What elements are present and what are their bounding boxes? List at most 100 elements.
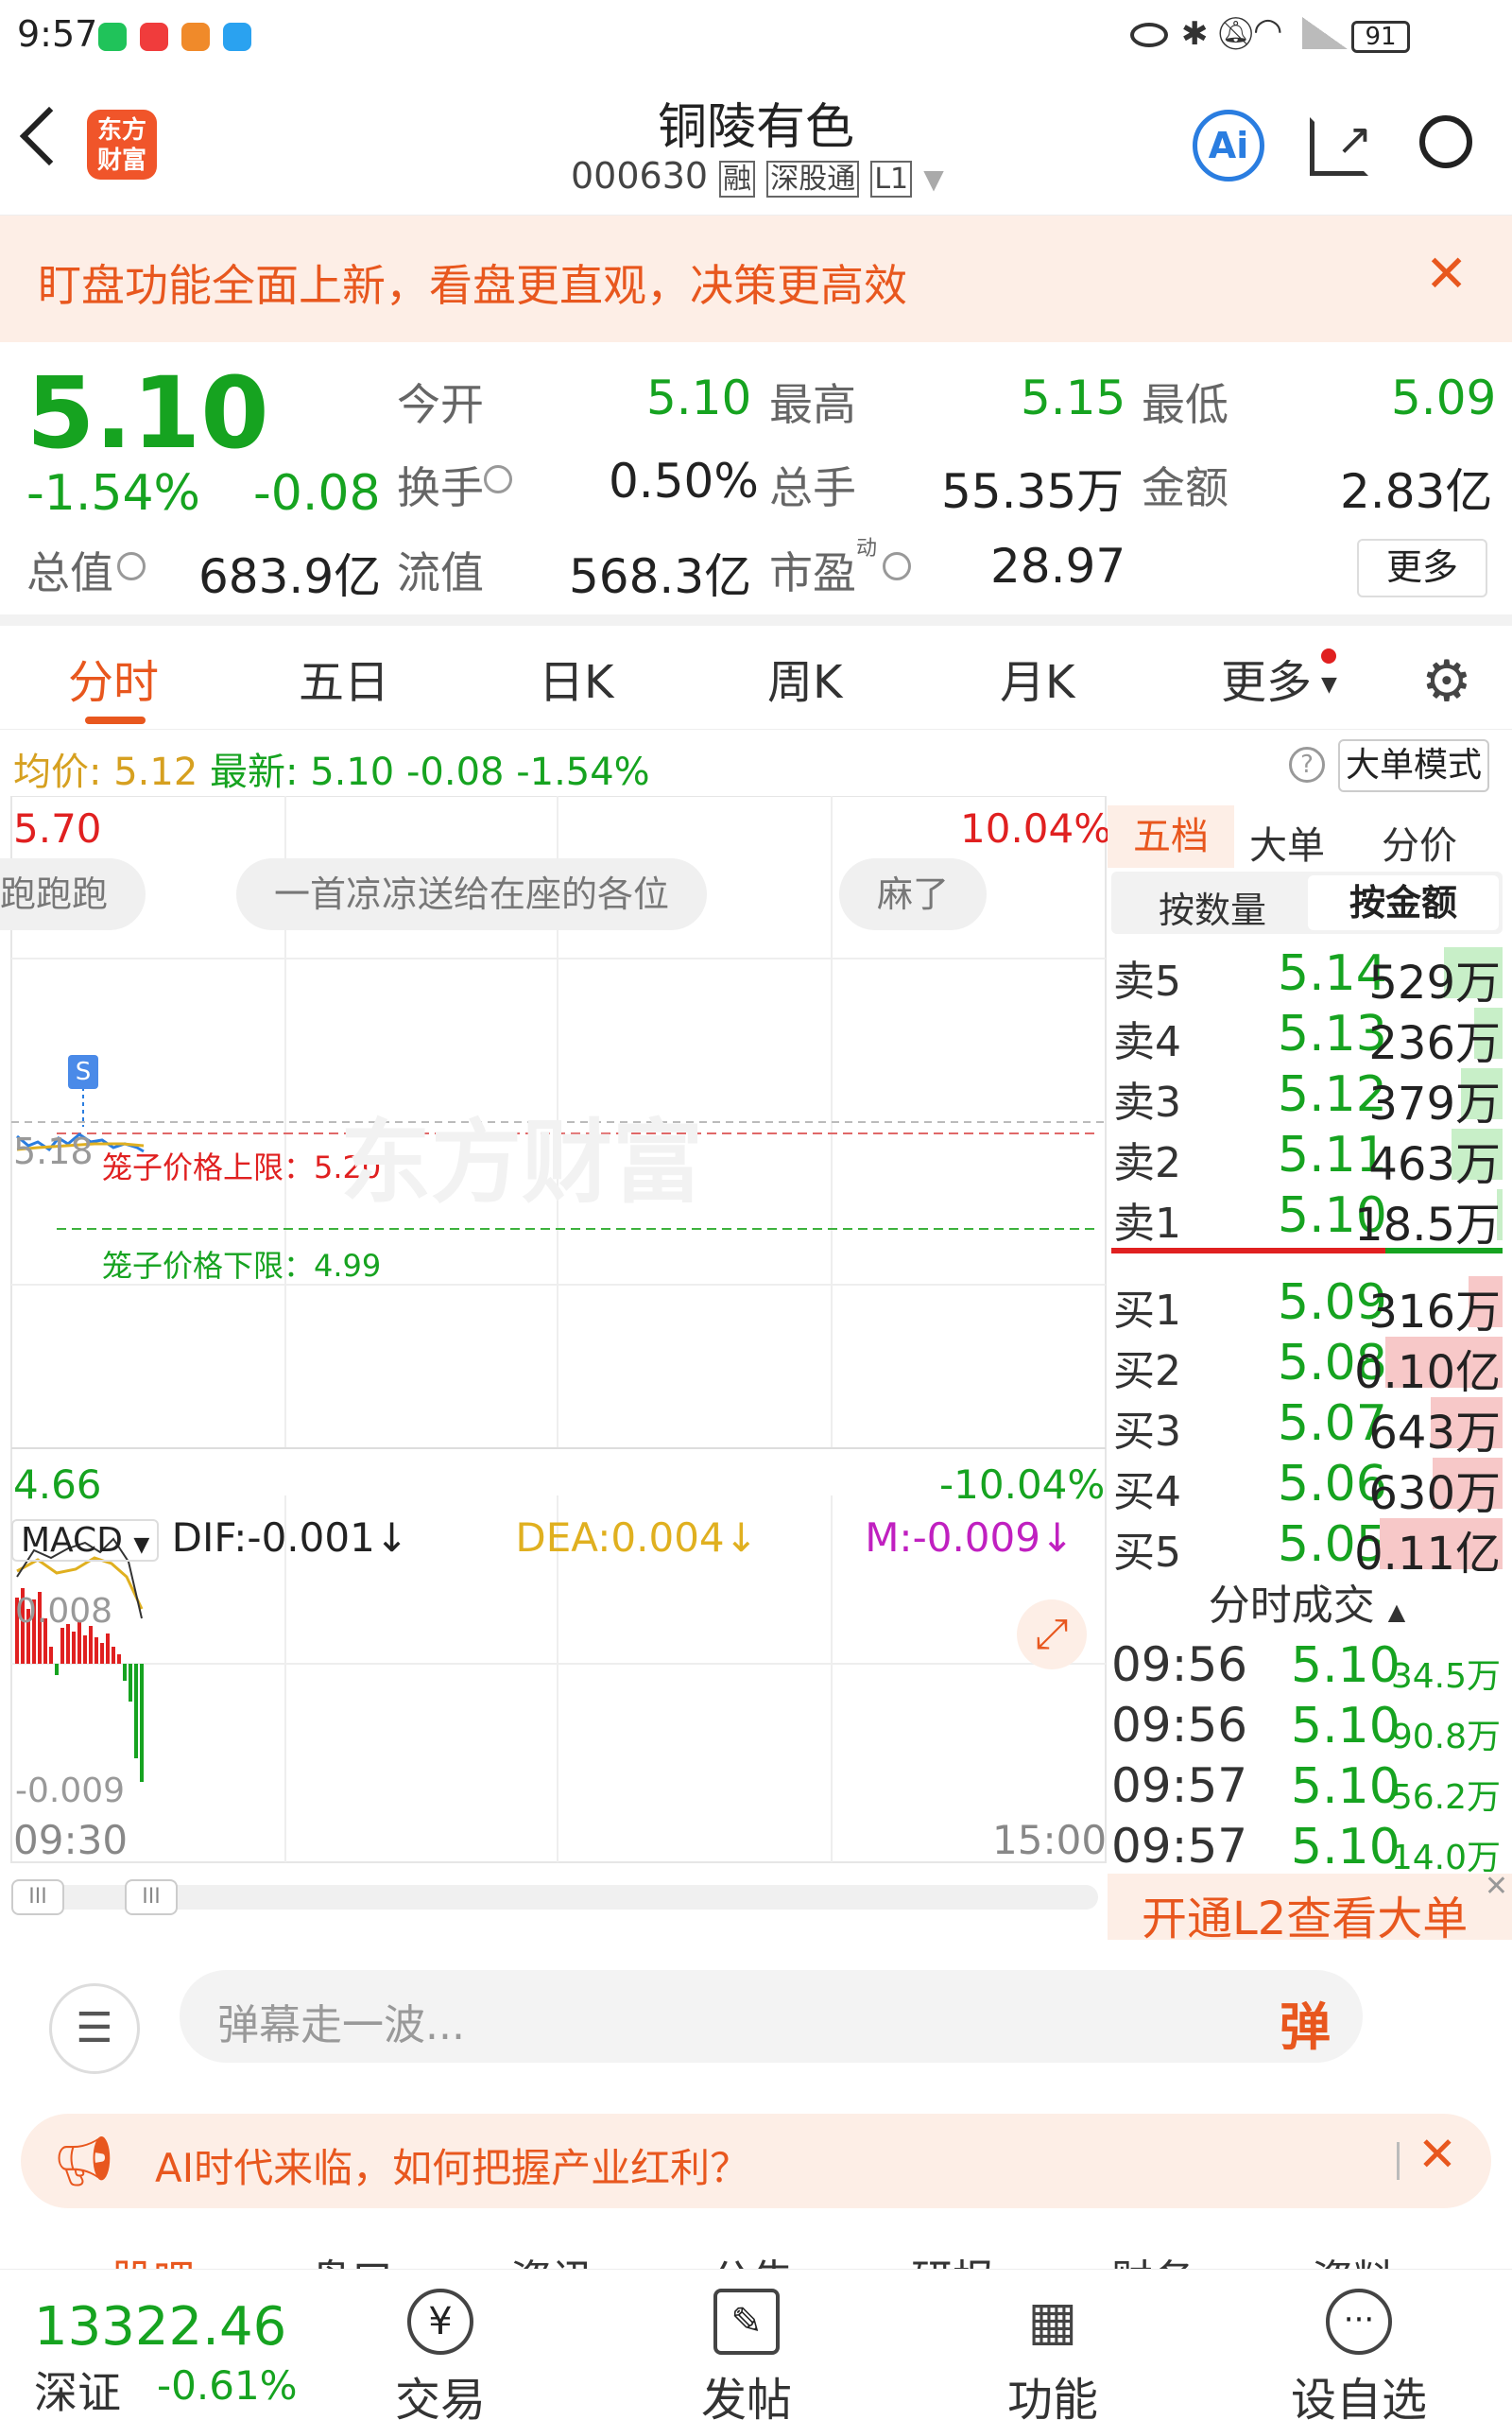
ask-row[interactable]: 卖4 5.13 236万 [1111,1004,1508,1070]
wifi-icon: ◠ [1253,11,1283,50]
index-ticker[interactable]: 13322.46 深证 -0.61% [34,2296,318,2418]
turnover-value: 0.50% [609,454,759,509]
trades-header[interactable]: 分时成交 ▲ [1111,1571,1503,1630]
bid-row[interactable]: 买2 5.08 0.10亿 [1111,1333,1508,1399]
cage-upper-label: 笼子价格上限：5.20 [102,1150,382,1185]
section-tab-announcements[interactable]: 公告 [711,2246,794,2269]
close-icon[interactable]: ✕ [1418,2127,1457,2182]
stock-code-row: 000630 融 深股通 L1 ▼ [571,155,944,198]
trade-volume: 90.8万 [1390,1718,1501,1756]
danmaku-settings-icon[interactable]: ☰ [49,1983,140,2074]
bid-row[interactable]: 买5 5.05 0.11亿 [1111,1514,1508,1581]
ai-assistant-button[interactable]: Ai [1193,110,1264,182]
help-icon[interactable]: ? [1289,747,1325,783]
trade-row: 09:57 5.10 14.0万 [1111,1819,1508,1877]
subtab-by-amount[interactable]: 按金额 [1308,875,1499,930]
y-axis-bottom-label: 4.66 [13,1461,102,1508]
tab-big-orders[interactable]: 大单 [1249,815,1325,870]
trade-row: 09:57 5.10 56.2万 [1111,1758,1508,1817]
nav-functions[interactable]: ▦ 功能 [977,2289,1128,2420]
order-book-tabs: 五档 大单 分价 [1108,805,1512,872]
index-value: 13322.46 [34,2296,287,2358]
megaphone-icon: 📢︎ [53,2134,116,2190]
signal-marker-icon[interactable]: S [68,1055,98,1089]
info-icon[interactable] [117,552,146,580]
ask-row[interactable]: 卖1 5.10 18.5万 [1111,1185,1508,1252]
expand-icon[interactable]: ⤢ [1017,1599,1087,1669]
dropdown-arrow-icon: ▼ [1321,673,1337,697]
section-tab-research[interactable]: 研报 [911,2246,994,2269]
intraday-chart[interactable] [0,796,1108,1864]
tab-more[interactable]: 更多 [1221,645,1312,711]
bid-row[interactable]: 买4 5.06 630万 [1111,1454,1508,1520]
big-order-mode-button[interactable]: 大单模式 [1338,739,1489,792]
nav-add-watchlist[interactable]: ··· 设自选 [1283,2289,1435,2420]
bluetooth-icon: ✱ [1181,15,1209,53]
close-icon[interactable]: ✕ [1485,1870,1508,1903]
trade-volume: 56.2万 [1390,1778,1501,1817]
ai-promo-banner[interactable]: 📢︎ AI时代来临，如何把握产业红利？ ✕ [21,2114,1491,2208]
macd-selector[interactable]: MACD ▼ [11,1519,160,1562]
bid-row[interactable]: 买3 5.07 643万 [1111,1393,1508,1460]
more-button[interactable]: 更多 [1357,539,1487,597]
close-icon[interactable]: ✕ [1425,244,1468,303]
tab-intraday[interactable]: 分时 [68,645,159,711]
pe-label: 市盈 [769,547,856,598]
section-tab-profile[interactable]: 资料 [1312,2246,1395,2269]
promo-banner[interactable]: 盯盘功能全面上新，看盘更直观，决策更高效 ✕ [0,216,1512,342]
search-app-icon [223,23,251,51]
tag-level: L1 [870,161,913,198]
section-tab-handicap[interactable]: 盘口 [310,2246,393,2269]
section-tab-forum[interactable]: 股吧 [112,2246,195,2269]
scroll-handle-right-icon[interactable]: III [125,1879,178,1915]
pe-superscript: 动 [856,537,878,561]
tag-margin: 融 [719,161,756,198]
section-tab-finance[interactable]: 财务 [1111,2246,1194,2269]
chart-tabs: 分时 五日 日K 周K 月K 更多 ▼ ⚙ [0,626,1512,730]
danmaku-bubble: 麻了 [839,858,988,930]
chart-scrollbar[interactable]: III III [11,1879,1098,1915]
tab-day-k[interactable]: 日K [539,645,613,711]
high-label: 最高 [769,379,856,430]
section-tab-news[interactable]: 资讯 [510,2246,593,2269]
current-price: 5.10 [26,355,269,471]
scroll-handle-left-icon[interactable]: III [11,1879,64,1915]
turnover-label: 换手 [397,462,484,513]
ask-row[interactable]: 卖5 5.14 529万 [1111,943,1508,1010]
nav-post[interactable]: ✎ 发帖 [671,2289,822,2420]
tab-five-day[interactable]: 五日 [299,645,389,711]
l2-promo-text: 开通L2查看大单 [1142,1893,1469,1945]
subtab-by-quantity[interactable]: 按数量 [1159,881,1266,933]
dropdown-arrow-icon[interactable]: ▼ [923,164,944,195]
l2-promo-bar[interactable]: 开通L2查看大单 ✕ [1108,1870,1512,1945]
info-icon[interactable] [484,465,512,493]
macd-dea: DEA:0.004↓ [515,1514,758,1561]
pe-value: 28.97 [990,539,1126,594]
ask-row[interactable]: 卖2 5.11 463万 [1111,1125,1508,1191]
last-label: 最新: [209,751,299,794]
info-icon[interactable] [883,552,911,580]
search-icon[interactable] [1419,115,1472,168]
ask-row[interactable]: 卖3 5.12 379万 [1111,1064,1508,1131]
divider [1397,2142,1400,2180]
tab-month-k[interactable]: 月K [1000,645,1074,711]
nav-post-label: 发帖 [700,2374,792,2420]
share-arrow-icon: ↗ [1336,113,1373,164]
settings-gear-icon[interactable]: ⚙ [1421,648,1472,715]
ask-volume: 18.5万 [1354,1199,1501,1252]
index-name: 深证 [34,2367,121,2418]
bid-volume: 0.10亿 [1354,1346,1501,1399]
tab-price-distribution[interactable]: 分价 [1382,815,1457,870]
tab-week-k[interactable]: 周K [767,645,842,711]
trades-title: 分时成交 [1208,1582,1375,1630]
bid-row[interactable]: 买1 5.09 316万 [1111,1272,1508,1339]
comment-input[interactable]: 弹幕走一波... 弹 [180,1970,1363,2063]
stock-title: 铜陵有色 [657,99,854,156]
trade-price: 5.10 [1291,1698,1400,1754]
ask-volume: 463万 [1368,1138,1501,1191]
nav-trade[interactable]: ¥ 交易 [365,2289,516,2420]
tab-five-levels[interactable]: 五档 [1108,805,1234,868]
y-axis-top-label: 5.70 [13,805,102,852]
send-danmaku-button[interactable]: 弹 [1280,1985,1331,2060]
float-mv-label: 流值 [397,547,484,598]
